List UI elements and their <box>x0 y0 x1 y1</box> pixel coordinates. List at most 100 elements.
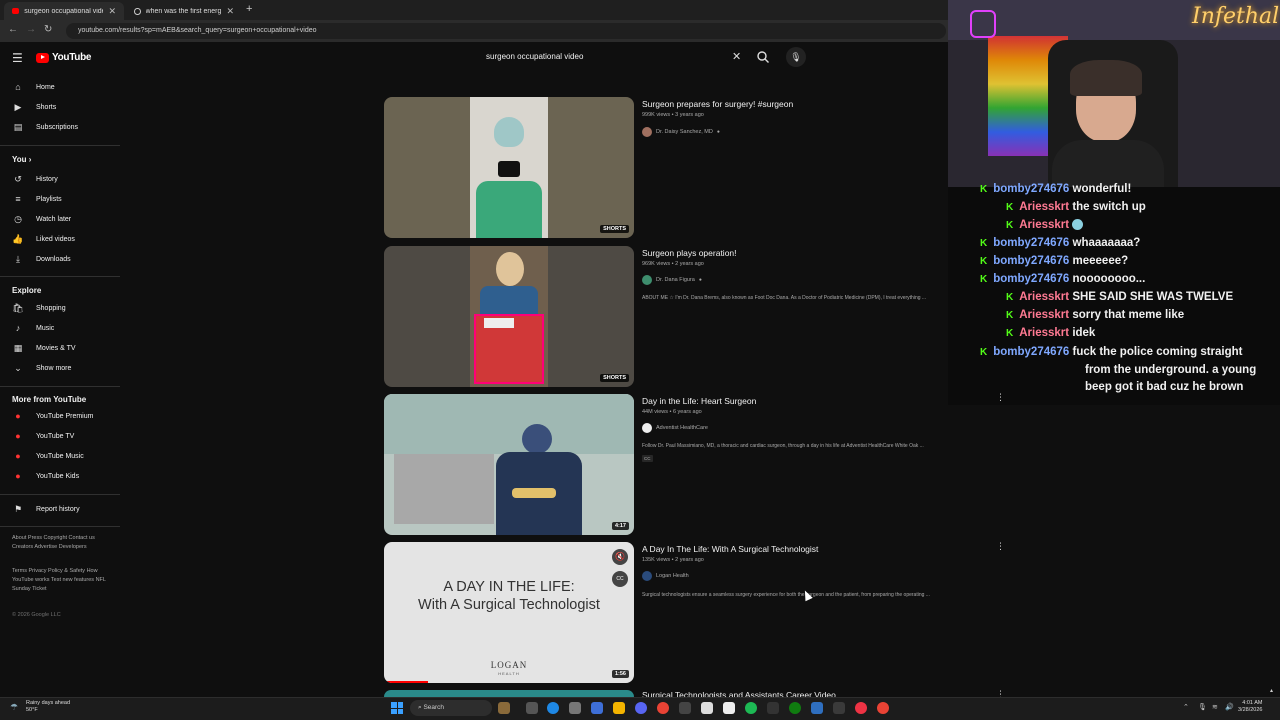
video-thumbnail[interactable]: SHORTS <box>384 97 634 238</box>
weather-widget[interactable]: Rainy days ahead 50°F <box>26 700 70 714</box>
video-title[interactable]: Surgical Technologists and Assistants Ca… <box>642 690 836 697</box>
sidebar-item-home[interactable]: ⌂ Home <box>0 78 120 96</box>
microphone-icon[interactable]: 🎙 <box>786 47 806 67</box>
search-icon[interactable] <box>755 49 771 65</box>
epic-games-icon[interactable] <box>767 702 779 714</box>
search-highlight-icon[interactable] <box>498 702 510 714</box>
thumbnail-brand: LOGAN <box>490 660 528 670</box>
sidebar-item-movies[interactable]: ▦ Movies & TV <box>0 339 120 357</box>
url-field[interactable]: youtube.com/results?sp=mAEB&search_query… <box>66 23 946 39</box>
notepad-icon[interactable] <box>701 702 713 714</box>
channel-link[interactable]: Adventist HealthCare <box>642 423 708 433</box>
channel-link[interactable]: Logan Health <box>642 571 689 581</box>
chat-text: wonderful! <box>1072 183 1132 195</box>
video-title[interactable]: Surgeon plays operation! <box>642 248 737 258</box>
duration-badge: 4:17 <box>611 522 629 530</box>
start-button[interactable] <box>391 702 403 714</box>
close-tab-icon[interactable]: ✕ <box>108 6 116 17</box>
sidebar-item-label: Liked videos <box>36 235 75 243</box>
chat-message: Kbomby274676 noooooooo... <box>980 273 1145 285</box>
weather-icon: ☂ <box>10 702 19 712</box>
sidebar-item-youtube-tv[interactable]: ● YouTube TV <box>0 427 120 445</box>
sidebar-item-downloads[interactable]: ⤓ Downloads <box>0 250 120 268</box>
reload-icon[interactable]: ↻ <box>44 24 52 35</box>
tab-youtube[interactable]: surgeon occupational video - Yo ✕ <box>4 2 124 20</box>
forward-icon[interactable]: → <box>26 24 36 35</box>
sidebar-item-youtube-music[interactable]: ● YouTube Music <box>0 447 120 465</box>
chat-username: bomby274676 <box>993 183 1070 195</box>
clock-icon: ◷ <box>14 213 22 224</box>
notification-icon[interactable]: ▴ <box>1270 687 1273 694</box>
edge-icon[interactable] <box>547 702 559 714</box>
channel-link[interactable]: Dr. Dana Figura ● <box>642 275 702 285</box>
sidebar-item-subscriptions[interactable]: ▤ Subscriptions <box>0 118 120 136</box>
taskbar-search[interactable]: ⌕ Search <box>410 700 492 716</box>
xbox-icon[interactable] <box>789 702 801 714</box>
history-icon: ↺ <box>14 173 22 184</box>
wifi-icon[interactable]: ≋ <box>1212 703 1218 711</box>
sidebar-item-shopping[interactable]: 🛍 Shopping <box>0 299 120 317</box>
video-thumbnail[interactable]: SHORTS <box>384 246 634 387</box>
sidebar-item-playlists[interactable]: ≡ Playlists <box>0 190 120 208</box>
channel-link[interactable]: Dr. Daisy Sanchez, MD ● <box>642 127 720 137</box>
video-thumbnail[interactable]: 4:17 <box>384 394 634 535</box>
shopping-icon: 🛍 <box>12 302 24 313</box>
clear-search-icon[interactable]: ✕ <box>732 50 741 63</box>
spotify-icon[interactable] <box>745 702 757 714</box>
document-icon[interactable] <box>723 702 735 714</box>
mouse-cursor <box>801 588 813 602</box>
more-options-icon[interactable]: ⋮ <box>996 392 1005 403</box>
sidebar-item-music[interactable]: ♪ Music <box>0 319 120 337</box>
chevron-up-icon[interactable]: ⌃ <box>1183 703 1189 711</box>
video-thumbnail[interactable]: A DAY IN THE LIFE: With A Surgical Techn… <box>384 542 634 683</box>
settings-icon[interactable] <box>569 702 581 714</box>
footer-links[interactable]: About Press Copyright Contact us Creator… <box>12 534 112 552</box>
video-title[interactable]: Surgeon prepares for surgery! #surgeon <box>642 99 793 109</box>
close-tab-icon[interactable]: ✕ <box>226 6 234 17</box>
thumbs-up-icon: 👍 <box>12 233 24 244</box>
kick-badge-icon: K <box>1006 292 1014 303</box>
app-icon[interactable] <box>833 702 845 714</box>
snipping-tool-icon[interactable] <box>679 702 691 714</box>
tab-google[interactable]: when was the first energy drink ✕ <box>126 2 242 20</box>
footer-links[interactable]: Terms Privacy Policy & Safety How YouTub… <box>12 567 112 594</box>
sidebar-item-show-more[interactable]: ⌄ Show more <box>0 359 120 377</box>
volume-icon[interactable]: 🔊 <box>1225 703 1234 711</box>
chat-text: noooooooo... <box>1072 273 1146 285</box>
sidebar-item-youtube-premium[interactable]: ● YouTube Premium <box>0 407 120 425</box>
mute-icon[interactable]: 🔇 <box>612 549 628 565</box>
microphone-icon[interactable]: 🎙 <box>1198 703 1207 711</box>
sidebar-you-heading[interactable]: You › <box>12 155 31 164</box>
file-explorer-icon[interactable] <box>613 702 625 714</box>
video-thumbnail[interactable] <box>384 690 634 697</box>
chat-text: whaaaaaaa? <box>1072 237 1141 249</box>
more-options-icon[interactable]: ⋮ <box>996 689 1005 697</box>
captions-toggle-icon[interactable]: CC <box>612 571 628 587</box>
video-title[interactable]: Day in the Life: Heart Surgeon <box>642 396 756 406</box>
sidebar-item-history[interactable]: ↺ History <box>0 170 120 188</box>
sidebar-item-liked-videos[interactable]: 👍 Liked videos <box>0 230 120 248</box>
back-icon[interactable]: ← <box>8 24 18 35</box>
app-icon[interactable] <box>811 702 823 714</box>
chat-text: sorry that meme like <box>1072 309 1185 321</box>
chat-text: the switch up <box>1072 201 1146 213</box>
sidebar-item-watch-later[interactable]: ◷ Watch later <box>0 210 120 228</box>
sidebar-item-shorts[interactable]: ▶ Shorts <box>0 98 120 116</box>
obs-icon[interactable] <box>855 702 867 714</box>
chrome-icon[interactable] <box>657 702 669 714</box>
more-options-icon[interactable]: ⋮ <box>996 541 1005 552</box>
sidebar-item-youtube-kids[interactable]: ● YouTube Kids <box>0 467 120 485</box>
clock[interactable]: 4:01 AM 3/28/2026 <box>1238 700 1262 714</box>
task-view-icon[interactable] <box>526 702 538 714</box>
chrome-icon[interactable] <box>877 702 889 714</box>
video-title[interactable]: A Day In The Life: With A Surgical Techn… <box>642 544 818 554</box>
tab-label: surgeon occupational video - Yo <box>24 7 103 15</box>
youtube-favicon-icon <box>12 8 20 14</box>
menu-icon[interactable]: ☰ <box>12 51 23 65</box>
discord-icon[interactable] <box>635 702 647 714</box>
sidebar-item-report-history[interactable]: ⚑ Report history <box>0 500 120 518</box>
youtube-logo[interactable]: YouTube <box>36 52 92 63</box>
new-tab-icon[interactable]: + <box>246 3 252 15</box>
copilot-icon[interactable] <box>591 702 603 714</box>
sidebar-item-label: Movies & TV <box>36 344 76 352</box>
